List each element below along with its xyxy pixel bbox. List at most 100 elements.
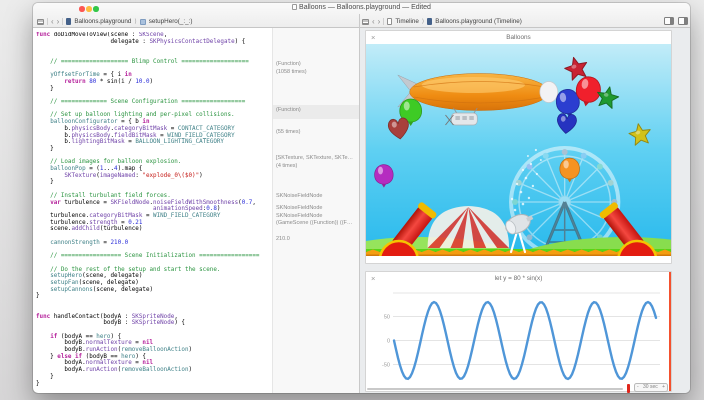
related-items-icon[interactable] <box>37 19 44 25</box>
code-editor[interactable]: func doDidMoveToView(scene : SKScene, de… <box>36 32 270 388</box>
code-line: } <box>36 381 270 388</box>
code-line: return 80 * sin(i / 10.0) <box>36 79 270 86</box>
result-item[interactable]: (Function)(1058 times) <box>276 61 307 76</box>
result-item[interactable]: (55 times) <box>276 129 300 137</box>
code-line: } else if (bodyB == hero) { <box>36 354 270 361</box>
sine-chart: 50 0 -50 <box>366 284 671 390</box>
code-line: // Do the rest of the setup and start th… <box>36 267 270 274</box>
code-line: b.physicsBody.fieldBitMask = WIND_FIELD_… <box>36 133 270 140</box>
back-button[interactable]: ‹ <box>51 19 54 25</box>
assistant-editor-toggle-icon[interactable] <box>664 17 674 25</box>
code-line: // =================== Blimp Control ===… <box>36 59 270 66</box>
code-line: scene.addChild(turbulence) <box>36 226 270 233</box>
code-line <box>36 92 270 99</box>
timeline-slider-track[interactable] <box>367 388 623 390</box>
code-line <box>36 52 270 59</box>
code-line: delegate : SKPhysicsContactDelegate) { <box>36 39 270 46</box>
live-view-title: Balloons <box>366 34 671 41</box>
breadcrumb-file[interactable]: Balloons.playground (Timeline) <box>435 18 522 25</box>
result-item[interactable]: SKNoiseFieldNodeSKNoiseFieldNode(GameSce… <box>276 205 352 228</box>
balloons-scene <box>366 44 671 256</box>
code-line: bodyB.normalTexture = nil <box>36 340 270 347</box>
y-axis-labels: 50 0 -50 <box>382 315 390 369</box>
code-line <box>36 300 270 307</box>
code-line: // Set up balloon lighting and per-pixel… <box>36 112 270 119</box>
divider <box>47 18 48 25</box>
assistant-jump-bar: ‹ › Timeline ⟩ Balloons.playground (Time… <box>362 16 522 27</box>
timeline-playhead-handle[interactable] <box>627 384 630 393</box>
code-line: bodyB : SKSpriteNode) { <box>36 320 270 327</box>
code-line: yOffsetForTime = { i in <box>36 72 270 79</box>
code-line: balloonPop = (1...4).map { <box>36 166 270 173</box>
code-line <box>36 260 270 267</box>
back-button[interactable]: ‹ <box>372 19 375 25</box>
code-line: } <box>36 146 270 153</box>
code-line: cannonStrength = 210.0 <box>36 240 270 247</box>
code-line: var turbulence = SKFieldNode.noiseFieldW… <box>36 200 270 207</box>
code-line: setupHero(scene, delegate) <box>36 273 270 280</box>
related-items-icon[interactable] <box>362 19 369 25</box>
code-line: func doDidMoveToView(scene : SKScene, <box>36 32 270 39</box>
code-line: turbulence.strength = 0.21 <box>36 220 270 227</box>
breadcrumb-separator: ⟩ <box>134 18 136 25</box>
playground-file-icon <box>66 18 71 25</box>
code-line: } <box>36 86 270 93</box>
result-item[interactable]: (Function) <box>276 107 301 115</box>
code-line <box>36 233 270 240</box>
code-line: bodyB.runAction(removeBalloonAction) <box>36 347 270 354</box>
code-line: // ============= Scene Configuration ===… <box>36 99 270 106</box>
code-line: animationSpeed:0.8) <box>36 206 270 213</box>
code-line <box>36 66 270 73</box>
symbol-icon <box>140 19 146 25</box>
timeline-icon <box>387 18 392 25</box>
code-line: setupFan(scene, delegate) <box>36 280 270 287</box>
editor-jump-bar: ‹ › Balloons.playground ⟩ setupHero(_:_:… <box>37 16 193 27</box>
chart-title: let y = 80 * sin(x) <box>366 275 671 282</box>
code-line <box>36 327 270 334</box>
blimp-nose <box>540 82 558 103</box>
code-line <box>36 186 270 193</box>
code-line <box>36 307 270 314</box>
divider <box>62 18 63 25</box>
pane-toggle-group <box>664 17 688 25</box>
code-line: b.physicsBody.categoryBitMask = CONTACT_… <box>36 126 270 133</box>
code-line <box>36 45 270 52</box>
code-line: setupCannons(scene, delegate) <box>36 287 270 294</box>
code-line: turbulence.categoryBitMask = WIND_FIELD_… <box>36 213 270 220</box>
code-line: } <box>36 293 270 300</box>
code-line: bodyA.runAction(removeBalloonAction) <box>36 367 270 374</box>
code-line: bodyA.normalTexture = nil <box>36 360 270 367</box>
code-line <box>36 106 270 113</box>
divider <box>383 18 384 25</box>
code-line <box>36 153 270 160</box>
code-line: } <box>36 374 270 381</box>
window-title: Balloons — Balloons.playground — Edited <box>33 4 690 11</box>
svg-text:50: 50 <box>384 315 390 321</box>
result-item[interactable]: 210.0 <box>276 236 290 244</box>
chart-playhead-line <box>669 272 671 391</box>
breadcrumb-symbol[interactable]: setupHero(_:_:) <box>149 18 193 25</box>
forward-button[interactable]: › <box>378 19 381 25</box>
code-line: if (bodyA == hero) { <box>36 334 270 341</box>
utilities-toggle-icon[interactable] <box>678 17 688 25</box>
code-line: SKTexture(imageNamed: "explode_0\($0)") <box>36 173 270 180</box>
result-item[interactable]: [SKTexture, SKTexture, SKTe…(4 times) <box>276 155 353 170</box>
document-icon <box>292 4 297 10</box>
forward-button[interactable]: › <box>57 19 60 25</box>
code-line: b.lightingBitMask = BALLOON_LIGHTING_CAT… <box>36 139 270 146</box>
result-item[interactable]: SKNoiseFieldNode <box>276 193 322 201</box>
code-line: // Load images for balloon explosion. <box>36 159 270 166</box>
desktop: Balloons — Balloons.playground — Edited … <box>0 0 704 400</box>
code-line: } <box>36 179 270 186</box>
code-line: balloonConfigurator = { b in <box>36 119 270 126</box>
breadcrumb-category[interactable]: Timeline <box>395 18 419 25</box>
svg-text:-50: -50 <box>382 363 390 369</box>
timescale-increase-button[interactable]: + <box>662 384 665 390</box>
playground-file-icon <box>427 18 432 25</box>
code-line <box>36 247 270 254</box>
breadcrumb-file[interactable]: Balloons.playground <box>74 18 131 25</box>
svg-text:0: 0 <box>387 339 390 345</box>
timescale-value: 30 sec <box>643 384 658 390</box>
timescale-decrease-button[interactable]: - <box>637 384 639 390</box>
code-line: func handleContact(bodyA : SKSpriteNode, <box>36 314 270 321</box>
